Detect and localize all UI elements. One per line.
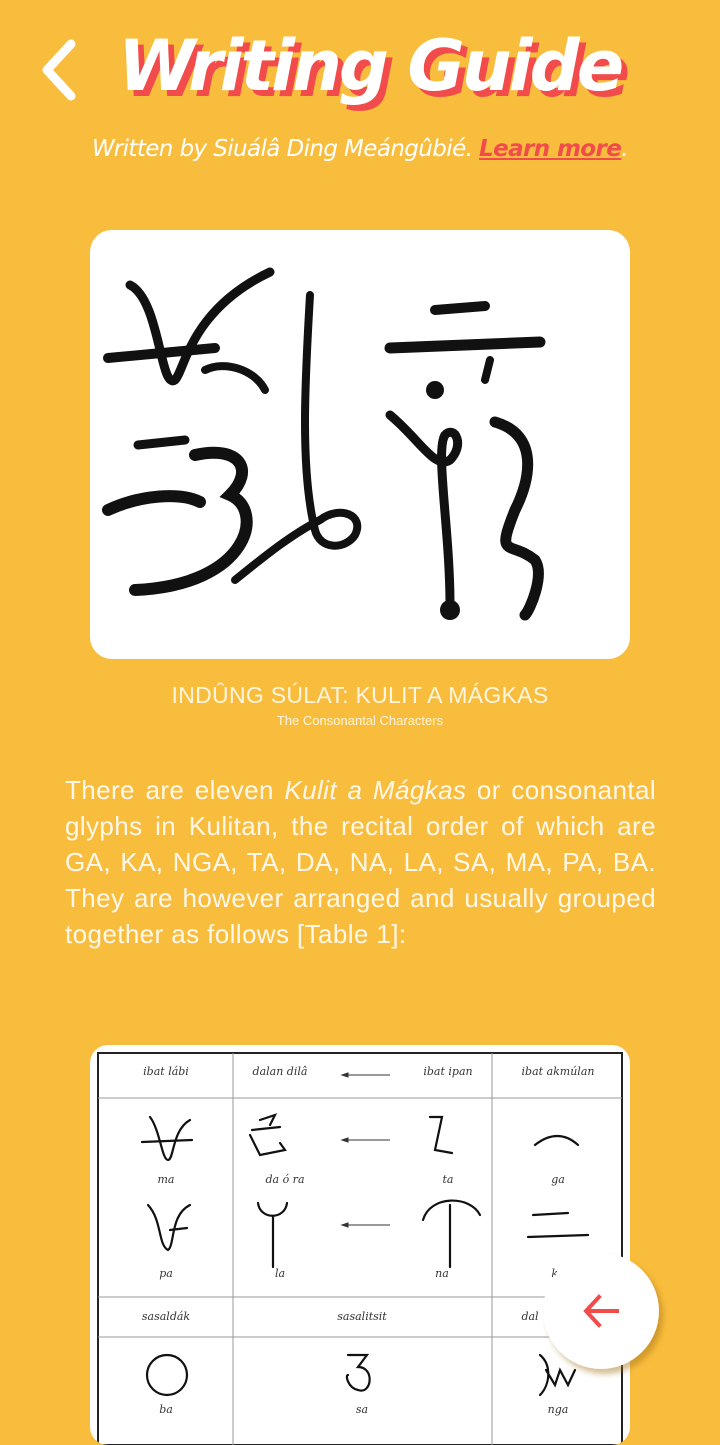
paragraph-text: There are eleven — [65, 775, 285, 805]
kulitan-calligraphy — [102, 267, 546, 621]
section-title: INDÛNG SÚLAT: KULIT A MÁGKAS — [171, 682, 549, 708]
table-header-ibat-labi: ibat lábi — [143, 1065, 189, 1078]
glyph-label-sa: sa — [356, 1403, 368, 1416]
chevron-left-icon — [42, 39, 76, 101]
consonant-table-image: ibat lábi dalan dilâ ibat ipan ibat akmú… — [90, 1045, 630, 1445]
kulitan-hero-image — [90, 230, 630, 659]
back-fab-button[interactable] — [543, 1253, 659, 1369]
glyph-label-la: la — [275, 1267, 285, 1280]
body-paragraph: There are eleven Kulit a Mágkas or conso… — [65, 772, 656, 952]
glyph-label-pa: pa — [159, 1267, 173, 1280]
paragraph-emphasis: Kulit a Mágkas — [284, 775, 467, 805]
table-header-sasalitsit: sasalitsit — [337, 1310, 387, 1323]
glyph-label-ma: ma — [158, 1173, 175, 1186]
page-title: Writing Guide — [118, 25, 624, 107]
consonant-table: ibat lábi dalan dilâ ibat ipan ibat akmú… — [97, 1052, 623, 1445]
table-header-ibat-akmulan: ibat akmúlan — [522, 1065, 595, 1078]
glyph-label-ba: ba — [159, 1403, 173, 1416]
byline-author: Written by Siuálâ Ding Meángûbié. — [92, 136, 480, 162]
section-subtitle: The Consonantal Characters — [276, 713, 444, 728]
learn-more-link[interactable]: Learn more — [479, 136, 622, 162]
glyph-label-ta: ta — [443, 1173, 454, 1186]
glyph-label-nga: nga — [548, 1403, 569, 1416]
glyph-label-ga: ga — [551, 1173, 565, 1186]
byline-suffix: . — [621, 136, 628, 162]
arrow-left-icon — [583, 1294, 619, 1328]
glyph-label-da-ra: da ó ra — [265, 1173, 304, 1186]
byline: Written by Siuálâ Ding Meángûbié. Learn … — [0, 136, 720, 162]
table-header-sasaldak: sasaldák — [142, 1310, 191, 1323]
table-header-dalan-dila: dalan dilâ — [253, 1065, 308, 1078]
back-button[interactable] — [34, 38, 84, 102]
glyph-label-na: na — [435, 1267, 449, 1280]
table-header-ibat-ipan: ibat ipan — [423, 1065, 472, 1078]
table-header-dal: dal — [521, 1310, 539, 1323]
